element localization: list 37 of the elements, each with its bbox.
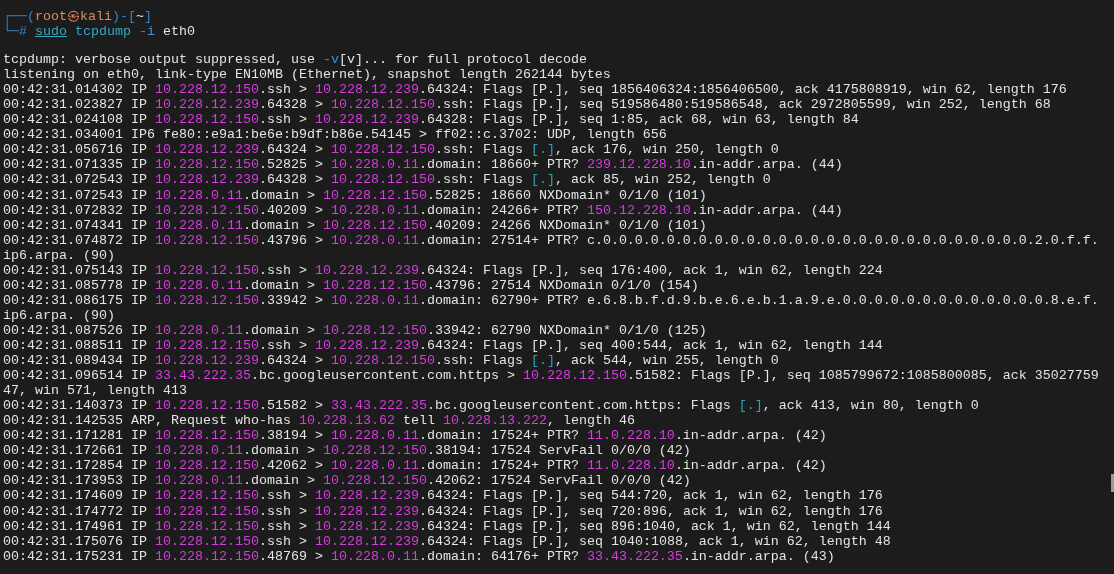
output-line: listening on eth0, link-type EN10MB (Ethernet), snapshot length 262144 bytes <box>3 67 611 83</box>
output-line: 00:42:31.072832 IP 10.228.12.150.40209 > 10.228.0.11.domain: 24266+ PTR? 150.12.228.10.in-addr.arpa. (44) <box>3 202 843 218</box>
output-line: ip6.arpa. (90) <box>3 247 115 263</box>
output-line: 00:42:31.173953 IP 10.228.0.11.domain > 10.228.12.150.42062: 17524 ServFail 0/0/0 (42) <box>3 473 691 489</box>
output-line: 00:42:31.174961 IP 10.228.12.150.ssh > 10.228.12.239.64324: Flags [P.], seq 896:1040, ack 1, win 62, length 144 <box>3 518 891 534</box>
output-line: 00:42:31.089434 IP 10.228.12.239.64324 > 10.228.12.150.ssh: Flags [.], ack 544, win 255, length 0 <box>3 353 779 369</box>
output-line: 00:42:31.086175 IP 10.228.12.150.33942 > 10.228.0.11.domain: 62790+ PTR? e.6.8.b.f.d.9.b.e.6.e.b.1.a.9.e.0.0.0.0.0.0.0.0.0.0.0.0.0.8.e.f. <box>3 292 1099 308</box>
output-line: 00:42:31.071335 IP 10.228.12.150.52825 > 10.228.0.11.domain: 18660+ PTR? 239.12.228.10.in-addr.arpa. (44) <box>3 157 843 173</box>
output-line: 00:42:31.074341 IP 10.228.0.11.domain > 10.228.12.150.40209: 24266 NXDomain* 0/1/0 (101) <box>3 217 707 233</box>
output-line: 00:42:31.074872 IP 10.228.12.150.43796 > 10.228.0.11.domain: 27514+ PTR? c.0.0.0.0.0.0.0.0.0.0.0.0.0.0.0.0.0.0.0.0.0.0.0.0.0.0.0.2.0.f.f. <box>3 232 1099 248</box>
output-line: 00:42:31.072543 IP 10.228.0.11.domain > 10.228.12.150.52825: 18660 NXDomain* 0/1/0 (101) <box>3 187 707 203</box>
prompt-line: └─# sudo tcpdump -i eth0 <box>3 24 195 40</box>
output-line: 00:42:31.087526 IP 10.228.0.11.domain > 10.228.12.150.33942: 62790 NXDomain* 0/1/0 (125) <box>3 322 707 338</box>
output-line: 00:42:31.171281 IP 10.228.12.150.38194 > 10.228.0.11.domain: 17524+ PTR? 11.0.228.10.in-addr.arpa. (42) <box>3 428 827 444</box>
output-line: 00:42:31.174609 IP 10.228.12.150.ssh > 10.228.12.239.64324: Flags [P.], seq 544:720, ack 1, win 62, length 176 <box>3 488 883 504</box>
output-line: 00:42:31.096514 IP 33.43.222.35.bc.googleusercontent.com.https > 10.228.12.150.51582: Flags [P.], seq 1085799672:1085800085, ack 35027759 <box>3 368 1099 384</box>
output-line: 00:42:31.140373 IP 10.228.12.150.51582 > 33.43.222.35.bc.googleusercontent.com.https: Flags [.], ack 413, win 80, length 0 <box>3 398 979 414</box>
output-line: 00:42:31.014302 IP 10.228.12.150.ssh > 10.228.12.239.64324: Flags [P.], seq 1856406324:1856406500, ack 4175808919, win 62, length 176 <box>3 82 1067 98</box>
output-line: 00:42:31.172854 IP 10.228.12.150.42062 > 10.228.0.11.domain: 17524+ PTR? 11.0.228.10.in-addr.arpa. (42) <box>3 458 827 474</box>
output-line: 00:42:31.142535 ARP, Request who-has 10.228.13.62 tell 10.228.13.222, length 46 <box>3 413 635 429</box>
output-line: 00:42:31.175076 IP 10.228.12.150.ssh > 10.228.12.239.64324: Flags [P.], seq 1040:1088, ack 1, win 62, length 48 <box>3 533 891 549</box>
output-line: 00:42:31.172661 IP 10.228.0.11.domain > 10.228.12.150.38194: 17524 ServFail 0/0/0 (42) <box>3 443 691 459</box>
output-line: 00:42:31.085778 IP 10.228.0.11.domain > 10.228.12.150.43796: 27514 NXDomain 0/1/0 (154) <box>3 277 699 293</box>
output-line: ip6.arpa. (90) <box>3 307 115 323</box>
output-line: 47, win 571, length 413 <box>3 383 187 399</box>
scrollbar-thumb[interactable] <box>1111 474 1114 492</box>
output-line: tcpdump: verbose output suppressed, use -v[v]... for full protocol decode <box>3 52 587 68</box>
output-line: 00:42:31.174772 IP 10.228.12.150.ssh > 10.228.12.239.64324: Flags [P.], seq 720:896, ack 1, win 62, length 176 <box>3 503 883 519</box>
output-line: 00:42:31.088511 IP 10.228.12.150.ssh > 10.228.12.239.64324: Flags [P.], seq 400:544, ack 1, win 62, length 144 <box>3 338 883 354</box>
output-line: 00:42:31.024108 IP 10.228.12.150.ssh > 10.228.12.239.64328: Flags [P.], seq 1:85, ack 68, win 63, length 84 <box>3 112 859 128</box>
output-line: 00:42:31.072543 IP 10.228.12.239.64328 > 10.228.12.150.ssh: Flags [.], ack 85, win 252, length 0 <box>3 172 771 188</box>
output-line: 00:42:31.075143 IP 10.228.12.150.ssh > 10.228.12.239.64324: Flags [P.], seq 176:400, ack 1, win 62, length 224 <box>3 262 883 278</box>
output-line: 00:42:31.056716 IP 10.228.12.239.64324 > 10.228.12.150.ssh: Flags [.], ack 176, win 250, length 0 <box>3 142 779 158</box>
output-line: 00:42:31.175231 IP 10.228.12.150.48769 > 10.228.0.11.domain: 64176+ PTR? 33.43.222.35.in-addr.arpa. (43) <box>3 548 835 564</box>
output-line: 00:42:31.023827 IP 10.228.12.239.64328 > 10.228.12.150.ssh: Flags [P.], seq 519586480:519586548, ack 2972805599, win 252, length 68 <box>3 97 1051 113</box>
output-line: 00:42:31.034001 IP6 fe80::e9a1:be6e:b9df:b86e.54145 > ff02::c.3702: UDP, length 656 <box>3 127 667 143</box>
prompt-line: ┌──(root㉿kali)-[~] <box>3 9 152 24</box>
